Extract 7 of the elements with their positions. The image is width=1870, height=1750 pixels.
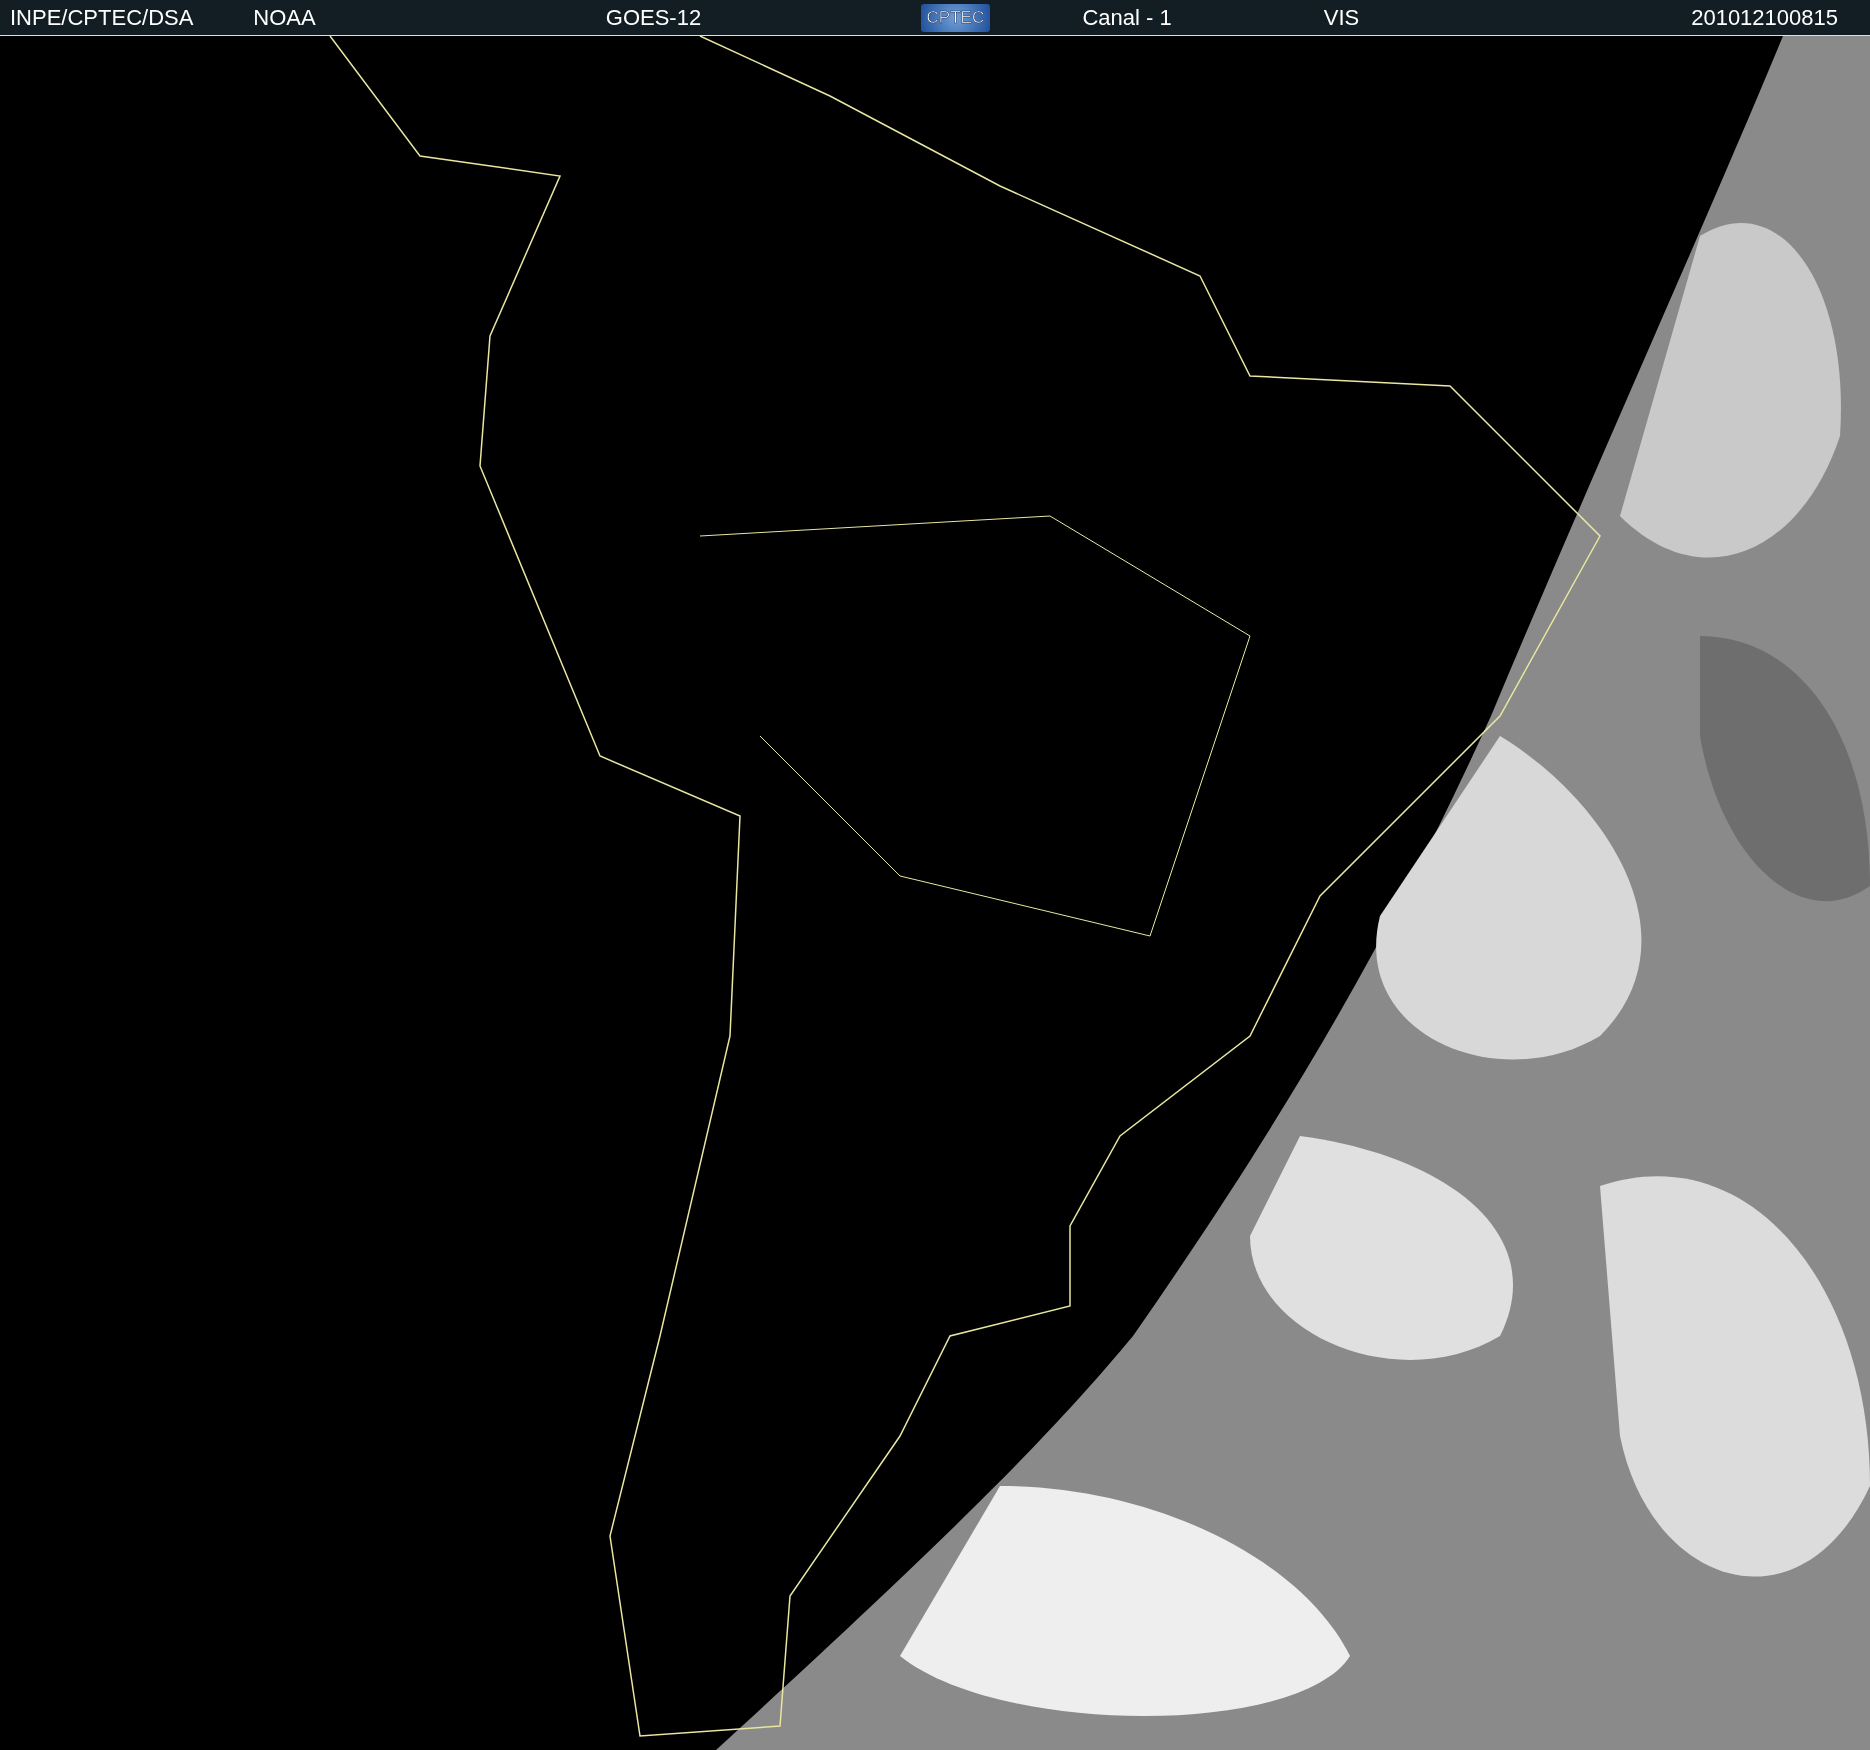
- header-text: GOES-12: [605, 4, 702, 30]
- header-text: NOAA: [253, 4, 316, 30]
- header-text: 201012100815: [1691, 4, 1838, 30]
- header-text: Canal - 1: [1082, 4, 1172, 30]
- header-text: INPE/CPTEC/DSA: [10, 4, 194, 30]
- header-text: VIS: [1323, 4, 1360, 30]
- logo: CPTEC: [920, 4, 991, 32]
